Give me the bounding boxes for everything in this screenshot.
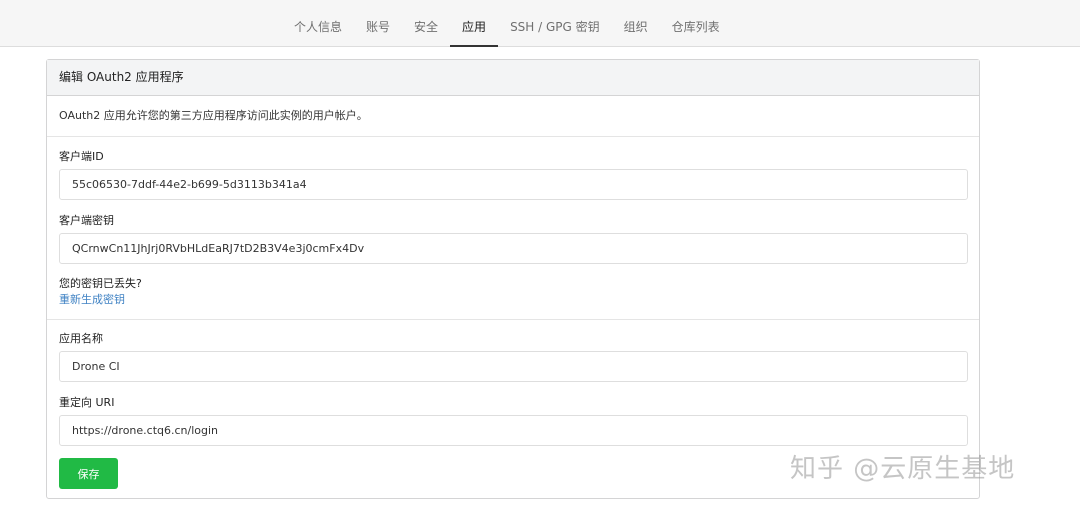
panel-description: OAuth2 应用允许您的第三方应用程序访问此实例的用户帐户。 (47, 96, 979, 137)
client-secret-label: 客户端密钥 (59, 214, 114, 227)
tab-security[interactable]: 安全 (402, 0, 450, 46)
app-name-label: 应用名称 (59, 332, 103, 345)
redirect-uri-input[interactable] (59, 415, 968, 446)
client-id-input[interactable] (59, 169, 968, 200)
app-name-input[interactable] (59, 351, 968, 382)
redirect-uri-label: 重定向 URI (59, 396, 115, 409)
client-secret-input[interactable] (59, 233, 968, 264)
save-button[interactable]: 保存 (59, 458, 118, 489)
tab-organizations[interactable]: 组织 (612, 0, 660, 46)
description-text: OAuth2 应用允许您的第三方应用程序访问此实例的用户帐户。 (59, 109, 368, 122)
tab-ssh-gpg-keys[interactable]: SSH / GPG 密钥 (498, 0, 612, 46)
edit-oauth2-app-panel: 编辑 OAuth2 应用程序 OAuth2 应用允许您的第三方应用程序访问此实例… (46, 59, 980, 499)
panel-title: 编辑 OAuth2 应用程序 (47, 60, 979, 96)
tab-profile[interactable]: 个人信息 (282, 0, 354, 46)
client-credentials-section: 客户端ID 客户端密钥 您的密钥已丢失? 重新生成密钥 (47, 137, 979, 320)
lost-secret-text: 您的密钥已丢失? (59, 277, 142, 290)
client-id-label: 客户端ID (59, 150, 104, 163)
tab-account[interactable]: 账号 (354, 0, 402, 46)
watermark: 知乎 @云原生基地 (790, 454, 1016, 484)
settings-nav-bar: 个人信息 账号 安全 应用 SSH / GPG 密钥 组织 仓库列表 (0, 0, 1080, 47)
tab-applications[interactable]: 应用 (450, 0, 499, 47)
tab-repositories[interactable]: 仓库列表 (660, 0, 732, 46)
regenerate-secret-link[interactable]: 重新生成密钥 (59, 293, 125, 307)
settings-tabs: 个人信息 账号 安全 应用 SSH / GPG 密钥 组织 仓库列表 (282, 0, 732, 47)
